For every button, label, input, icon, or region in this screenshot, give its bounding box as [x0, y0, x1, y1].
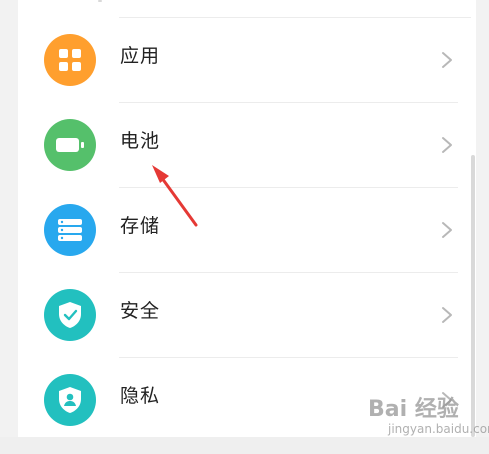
previous-row-edge	[98, 0, 102, 2]
chevron-right-icon	[442, 137, 452, 153]
chevron-right-icon	[442, 222, 452, 238]
bottom-band	[0, 437, 489, 454]
storage-icon	[44, 204, 96, 256]
settings-item-apps[interactable]: 应用	[18, 18, 476, 103]
security-shield-icon	[44, 289, 96, 341]
settings-item-storage[interactable]: 存储	[18, 188, 476, 273]
settings-item-label: 应用	[120, 45, 161, 67]
settings-item-label: 隐私	[120, 385, 161, 407]
settings-item-label: 电池	[120, 130, 161, 152]
settings-item-label: 安全	[120, 300, 161, 322]
settings-item-label: 存储	[120, 215, 161, 237]
settings-item-privacy[interactable]: 隐私	[18, 358, 476, 443]
privacy-shield-icon	[44, 374, 96, 426]
settings-item-battery[interactable]: 电池	[18, 103, 476, 188]
chevron-right-icon	[442, 307, 452, 323]
chevron-right-icon	[442, 52, 452, 68]
chevron-right-icon	[442, 392, 452, 408]
settings-screen: 应用 电池 存储 安全 隐私 Bai 经验 jingyan.baidu.com	[0, 0, 489, 454]
battery-icon	[44, 119, 96, 171]
apps-grid-icon	[44, 34, 96, 86]
settings-item-security[interactable]: 安全	[18, 273, 476, 358]
vertical-scrollbar[interactable]	[471, 155, 475, 437]
